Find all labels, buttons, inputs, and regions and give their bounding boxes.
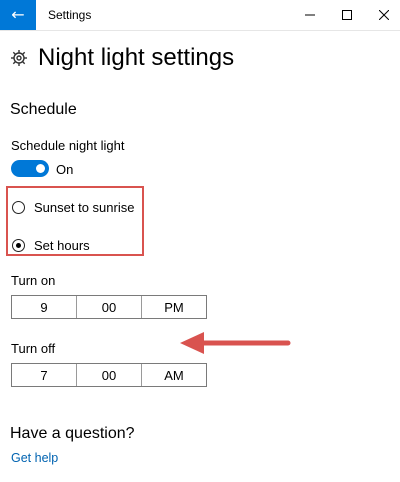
- radio-set-hours[interactable]: Set hours: [12, 238, 90, 253]
- close-icon: [379, 10, 389, 20]
- maximize-icon: [342, 10, 352, 20]
- title-bar: ← Settings: [0, 0, 400, 31]
- turn-off-label: Turn off: [11, 341, 56, 356]
- toggle-state-label: On: [56, 162, 74, 177]
- maximize-button[interactable]: [332, 0, 362, 30]
- turn-on-time-picker[interactable]: 9 00 PM: [11, 295, 207, 319]
- turn-off-minute[interactable]: 00: [77, 364, 142, 386]
- page-header: Night light settings: [10, 44, 234, 72]
- turn-off-hour[interactable]: 7: [12, 364, 77, 386]
- annotation-arrow-icon: [180, 332, 291, 354]
- radio-button[interactable]: [12, 201, 25, 214]
- schedule-toggle-label: Schedule night light: [11, 138, 125, 153]
- schedule-heading: Schedule: [10, 101, 77, 118]
- turn-on-hour[interactable]: 9: [12, 296, 77, 318]
- get-help-link[interactable]: Get help: [11, 451, 58, 465]
- radio-label: Set hours: [34, 238, 90, 253]
- minimize-button[interactable]: [295, 0, 325, 30]
- page-title: Night light settings: [38, 44, 235, 71]
- arrow-left-icon: ←: [11, 5, 25, 24]
- radio-button-selected[interactable]: [12, 239, 25, 252]
- turn-on-minute[interactable]: 00: [77, 296, 142, 318]
- help-heading: Have a question?: [10, 425, 135, 442]
- turn-off-time-picker[interactable]: 7 00 AM: [11, 363, 207, 387]
- close-button[interactable]: [369, 0, 399, 30]
- turn-off-period[interactable]: AM: [142, 364, 206, 386]
- toggle-knob: [36, 164, 45, 173]
- back-button[interactable]: ←: [0, 0, 36, 30]
- gear-icon: [11, 50, 27, 66]
- turn-on-label: Turn on: [11, 273, 56, 288]
- schedule-toggle[interactable]: [11, 160, 49, 177]
- turn-on-period[interactable]: PM: [142, 296, 206, 318]
- window-title: Settings: [48, 8, 92, 22]
- radio-label: Sunset to sunrise: [34, 200, 135, 215]
- radio-sunset-to-sunrise[interactable]: Sunset to sunrise: [12, 200, 134, 215]
- minimize-icon: [305, 14, 315, 16]
